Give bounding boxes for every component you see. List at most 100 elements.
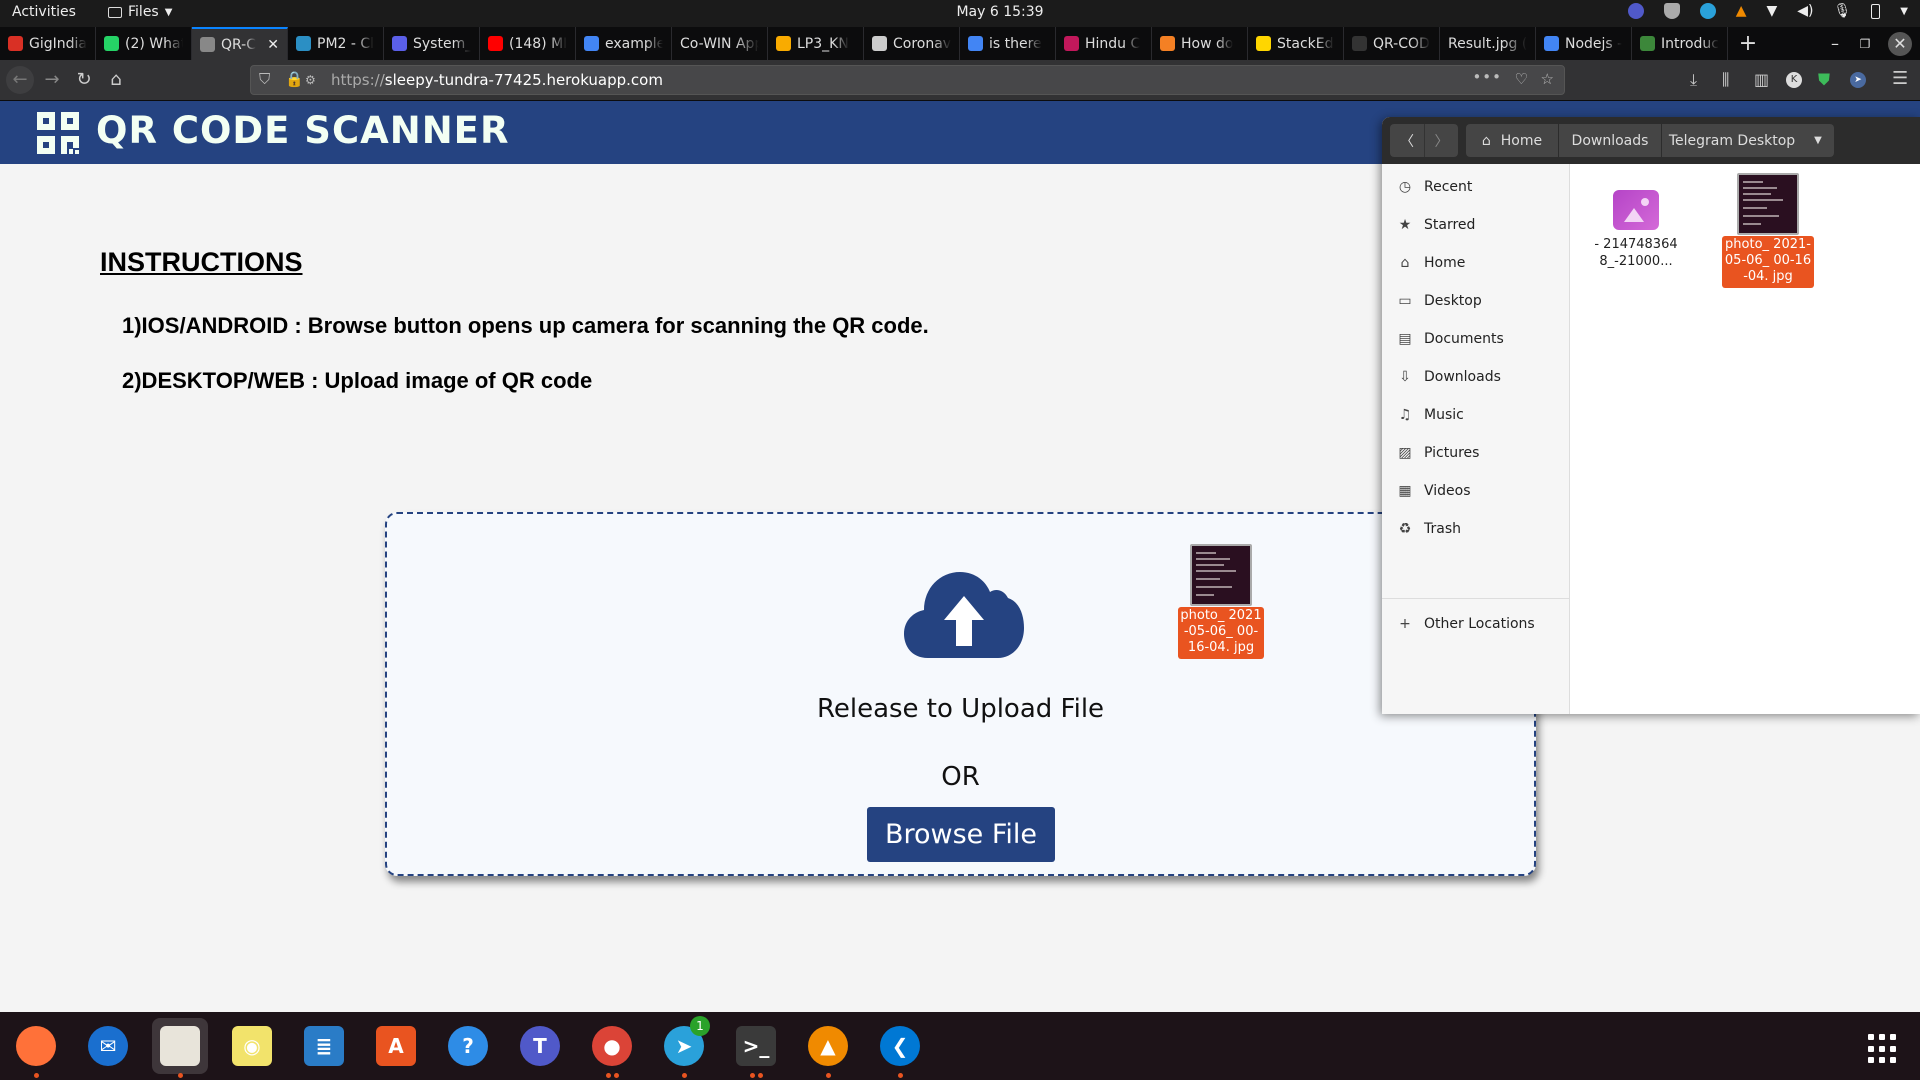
- tab-active[interactable]: QR-C ✕: [192, 27, 288, 60]
- tab[interactable]: Result.jpg (: [1440, 27, 1536, 60]
- sidebar-item-downloads[interactable]: ⇩ Downloads: [1382, 358, 1570, 396]
- home-icon: ⌂: [1400, 255, 1410, 271]
- path-telegram-desktop-button[interactable]: Telegram Desktop: [1662, 124, 1802, 157]
- app-menu-files[interactable]: Files ▼: [108, 4, 172, 20]
- url-bar[interactable]: ⛉ 🔒 ⚙ https://sleepy-tundra-77425.heroku…: [250, 65, 1565, 95]
- tab[interactable]: Nodejs -: [1536, 27, 1632, 60]
- activities-button[interactable]: Activities: [12, 4, 76, 20]
- files-back-button[interactable]: 〈: [1390, 124, 1424, 157]
- system-tray[interactable]: ▲ ▼ ◀) 🎙 ▼: [1627, 3, 1908, 19]
- sidebar-button[interactable]: ▥: [1754, 70, 1769, 89]
- sidebar-item-trash[interactable]: ♻ Trash: [1382, 510, 1570, 548]
- vlc-icon[interactable]: ▲: [1736, 3, 1747, 19]
- home-button[interactable]: ⌂: [102, 66, 130, 94]
- dock-app-vscode[interactable]: ❮: [872, 1018, 928, 1078]
- minimize-button[interactable]: –: [1820, 34, 1850, 53]
- sidebar-item-recent[interactable]: ◷ Recent: [1382, 168, 1570, 206]
- url-text[interactable]: https://sleepy-tundra-77425.herokuapp.co…: [331, 71, 663, 89]
- dock-app-chrome[interactable]: ●: [584, 1018, 640, 1078]
- browse-file-button[interactable]: Browse File: [867, 807, 1055, 862]
- sidebar-item-pictures[interactable]: ▨ Pictures: [1382, 434, 1570, 472]
- sidebar-item-label: Other Locations: [1424, 616, 1535, 632]
- tab[interactable]: GigIndia: [0, 27, 96, 60]
- tab[interactable]: How do: [1152, 27, 1248, 60]
- tab[interactable]: (2) What: [96, 27, 192, 60]
- lock-icon[interactable]: 🔒: [285, 70, 304, 88]
- tab-label: (148) MI: [509, 35, 567, 52]
- dock-app-files[interactable]: [152, 1018, 208, 1078]
- teams-icon[interactable]: [1627, 3, 1644, 19]
- tracking-protection-icon[interactable]: ⛉: [259, 70, 270, 88]
- back-button[interactable]: ←: [6, 66, 34, 94]
- adguard-extension-icon[interactable]: ⛊: [1818, 70, 1830, 90]
- cursor-extension-icon[interactable]: ➤: [1850, 72, 1866, 88]
- path-home-button[interactable]: ⌂ Home: [1466, 124, 1558, 157]
- node-icon: [1640, 36, 1655, 51]
- dock-app-telegram[interactable]: ➤ 1: [656, 1016, 712, 1078]
- battery-icon[interactable]: [1871, 3, 1881, 19]
- tab[interactable]: LP3_KN: [768, 27, 864, 60]
- sidebar-item-starred[interactable]: ★ Starred: [1382, 206, 1570, 244]
- files-forward-button[interactable]: 〉: [1424, 124, 1458, 157]
- tab[interactable]: Introduc: [1632, 27, 1728, 60]
- path-downloads-button[interactable]: Downloads: [1559, 124, 1661, 157]
- tab[interactable]: StackEd: [1248, 27, 1344, 60]
- tab[interactable]: Coronav: [864, 27, 960, 60]
- chevron-down-icon[interactable]: ▼: [1900, 6, 1908, 17]
- dock-app-firefox[interactable]: [8, 1018, 64, 1078]
- stackedit-icon: [1256, 36, 1271, 51]
- tab[interactable]: QR-COD: [1344, 27, 1440, 60]
- file-item[interactable]: - 214748364 8_-21000...: [1590, 190, 1682, 270]
- dock-app-help[interactable]: ?: [440, 1018, 496, 1074]
- path-dropdown-button[interactable]: ▼: [1802, 124, 1834, 157]
- dock-app-rhythmbox[interactable]: ◉: [224, 1018, 280, 1074]
- new-tab-button[interactable]: +: [1728, 27, 1768, 60]
- reload-button[interactable]: ↻: [70, 66, 98, 94]
- pocket-icon[interactable]: ♡: [1515, 70, 1528, 88]
- file-item-selected[interactable]: photo_ 2021-05-06_ 00-16-04. jpg: [1722, 173, 1814, 288]
- files-window: 〈 〉 ⌂ Home Downloads Telegram Desktop ▼ +…: [1382, 117, 1920, 714]
- telegram-icon[interactable]: [1699, 3, 1716, 19]
- sidebar-item-documents[interactable]: ▤ Documents: [1382, 320, 1570, 358]
- file-drop-zone[interactable]: Release to Upload File OR Browse File: [385, 512, 1536, 876]
- sidebar-item-videos[interactable]: ▦ Videos: [1382, 472, 1570, 510]
- hamburger-menu-icon[interactable]: ☰: [1892, 68, 1908, 89]
- permissions-icon[interactable]: ⚙: [305, 73, 316, 87]
- tab[interactable]: example: [576, 27, 672, 60]
- whatsapp-icon: [104, 36, 119, 51]
- close-window-button[interactable]: ✕: [1888, 31, 1912, 56]
- folder-icon: [108, 6, 122, 18]
- dock-app-libreoffice-writer[interactable]: ≣: [296, 1018, 352, 1074]
- wifi-icon[interactable]: ▼: [1767, 3, 1778, 19]
- dock-app-terminal[interactable]: >_: [728, 1018, 784, 1078]
- dock-app-software-center[interactable]: A: [368, 1018, 424, 1074]
- sidebar-item-other-locations[interactable]: + Other Locations: [1382, 605, 1570, 643]
- dock-app-vlc[interactable]: ▲: [800, 1018, 856, 1078]
- downloads-button[interactable]: ⤓: [1690, 70, 1697, 90]
- tab[interactable]: is there: [960, 27, 1056, 60]
- tab[interactable]: PM2 - Cl: [288, 27, 384, 60]
- sidebar-item-home[interactable]: ⌂ Home: [1382, 244, 1570, 282]
- maximize-button[interactable]: ❐: [1850, 37, 1880, 51]
- volume-icon[interactable]: ◀): [1797, 3, 1813, 19]
- tab[interactable]: (148) MI: [480, 27, 576, 60]
- teams-icon: T: [520, 1026, 560, 1066]
- show-applications-button[interactable]: [1868, 1034, 1898, 1064]
- sidebar-item-music[interactable]: ♫ Music: [1382, 396, 1570, 434]
- tab[interactable]: Hindu C: [1056, 27, 1152, 60]
- extension-k-icon[interactable]: K: [1786, 72, 1802, 88]
- library-button[interactable]: ⫼: [1722, 70, 1729, 90]
- page-actions-button[interactable]: •••: [1472, 68, 1502, 86]
- tab[interactable]: Co-WIN App: [672, 27, 768, 60]
- forward-button[interactable]: →: [38, 66, 66, 94]
- shield-icon[interactable]: [1663, 3, 1680, 19]
- tab[interactable]: System_: [384, 27, 480, 60]
- clock[interactable]: May 6 15:39: [920, 4, 1080, 20]
- dock-app-teams[interactable]: T: [512, 1018, 568, 1074]
- close-tab-icon[interactable]: ✕: [267, 37, 279, 53]
- sidebar-item-desktop[interactable]: ▭ Desktop: [1382, 282, 1570, 320]
- bookmark-star-icon[interactable]: ☆: [1541, 70, 1554, 88]
- dock: ✉ ◉ ≣ A? T ● ➤ 1 >_ ▲ ❮: [0, 1012, 1920, 1080]
- dock-app-thunderbird[interactable]: ✉: [80, 1018, 136, 1074]
- microphone-icon[interactable]: 🎙: [1834, 3, 1852, 19]
